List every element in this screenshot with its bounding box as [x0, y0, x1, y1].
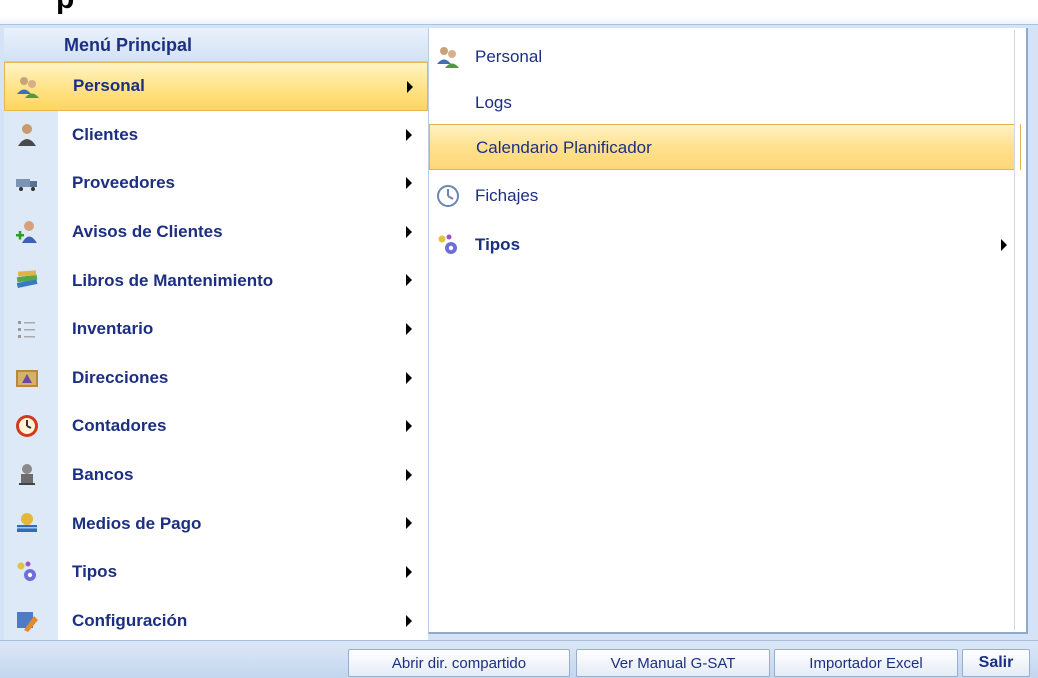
window-title-fragment: p — [56, 0, 74, 16]
open-shared-dir-button[interactable]: Abrir dir. compartido — [348, 649, 570, 677]
bottom-toolbar: Abrir dir. compartido Ver Manual G-SAT I… — [0, 640, 1038, 678]
submenu-item-label: Logs — [475, 93, 512, 112]
menu-item-contadores[interactable]: Contadores — [4, 402, 428, 451]
client-icon — [14, 122, 40, 148]
submenu-item-fichajes[interactable]: Fichajes — [429, 173, 1021, 219]
chevron-right-icon — [406, 371, 412, 384]
chevron-right-icon — [406, 177, 412, 190]
config-icon — [14, 608, 40, 634]
menu-item-label: Configuración — [72, 610, 188, 630]
chevron-right-icon — [406, 322, 412, 335]
submenu-item-tipos[interactable]: Tipos — [429, 222, 1021, 268]
truck-icon — [14, 170, 40, 196]
gears-icon — [435, 232, 461, 258]
menu-header: Menú Principal — [4, 28, 428, 62]
submenu-item-label: Personal — [475, 47, 543, 66]
menu-item-label: Personal — [73, 76, 145, 96]
submenu-item-personal[interactable]: Personal — [429, 34, 1021, 80]
list-icon — [14, 316, 40, 342]
menu-item-tipos[interactable]: Tipos — [4, 548, 428, 597]
directory-icon — [14, 365, 40, 391]
add-user-icon — [14, 219, 40, 245]
menu-item-label: Medios de Pago — [72, 513, 202, 533]
menu-item-medios-pago[interactable]: Medios de Pago — [4, 499, 428, 548]
menu-item-proveedores[interactable]: Proveedores — [4, 159, 428, 208]
menu-item-configuracion[interactable]: Configuración — [4, 597, 428, 646]
menu-item-label: Direcciones — [72, 367, 169, 387]
submenu-item-calendario-planificador[interactable]: Calendario Planificador — [429, 124, 1021, 170]
submenu-item-label: Fichajes — [475, 186, 539, 205]
chevron-right-icon — [407, 81, 413, 93]
chevron-right-icon — [406, 614, 412, 627]
main-menu-list: Personal Clientes Proveedores Avisos de … — [4, 62, 428, 645]
menu-item-libros-mantenimiento[interactable]: Libros de Mantenimiento — [4, 256, 428, 305]
menu-item-bancos[interactable]: Bancos — [4, 451, 428, 500]
chevron-right-icon — [406, 565, 412, 578]
payment-icon — [14, 510, 40, 536]
chevron-right-icon — [406, 274, 412, 287]
menu-item-personal[interactable]: Personal — [4, 62, 428, 111]
people-icon — [15, 74, 41, 100]
submenu-pane: Personal Logs Calendario Planificador Fi… — [428, 28, 1028, 634]
exit-button[interactable]: Salir — [962, 649, 1030, 677]
menu-item-label: Tipos — [72, 562, 118, 582]
chevron-right-icon — [406, 128, 412, 141]
menu-item-label: Inventario — [72, 319, 154, 339]
people-icon — [435, 44, 461, 70]
menu-item-label: Libros de Mantenimiento — [72, 270, 274, 290]
menu-item-label: Contadores — [72, 416, 167, 436]
menu-item-label: Proveedores — [72, 173, 175, 193]
menu-item-label: Clientes — [72, 124, 139, 144]
gears-icon — [14, 559, 40, 585]
chevron-right-icon — [406, 420, 412, 433]
chevron-right-icon — [1001, 239, 1007, 251]
menu-item-avisos-clientes[interactable]: Avisos de Clientes — [4, 208, 428, 257]
chevron-right-icon — [406, 468, 412, 481]
menu-header-title: Menú Principal — [64, 35, 193, 55]
clock-icon — [435, 183, 461, 209]
menu-item-direcciones[interactable]: Direcciones — [4, 354, 428, 403]
submenu-item-label: Calendario Planificador — [476, 138, 652, 157]
books-icon — [14, 267, 40, 293]
menu-item-label: Avisos de Clientes — [72, 222, 223, 242]
menu-item-inventario[interactable]: Inventario — [4, 305, 428, 354]
submenu-scrollbar[interactable] — [1014, 30, 1020, 630]
bank-icon — [14, 462, 40, 488]
menu-item-clientes[interactable]: Clientes — [4, 111, 428, 160]
menu-item-label: Bancos — [72, 465, 134, 485]
chevron-right-icon — [406, 225, 412, 238]
chevron-right-icon — [406, 517, 412, 530]
clock-icon — [14, 413, 40, 439]
submenu-item-logs[interactable]: Logs — [429, 80, 1021, 126]
submenu-item-label: Tipos — [475, 235, 521, 254]
excel-importer-button[interactable]: Importador Excel — [774, 649, 958, 677]
view-manual-button[interactable]: Ver Manual G-SAT — [576, 649, 770, 677]
